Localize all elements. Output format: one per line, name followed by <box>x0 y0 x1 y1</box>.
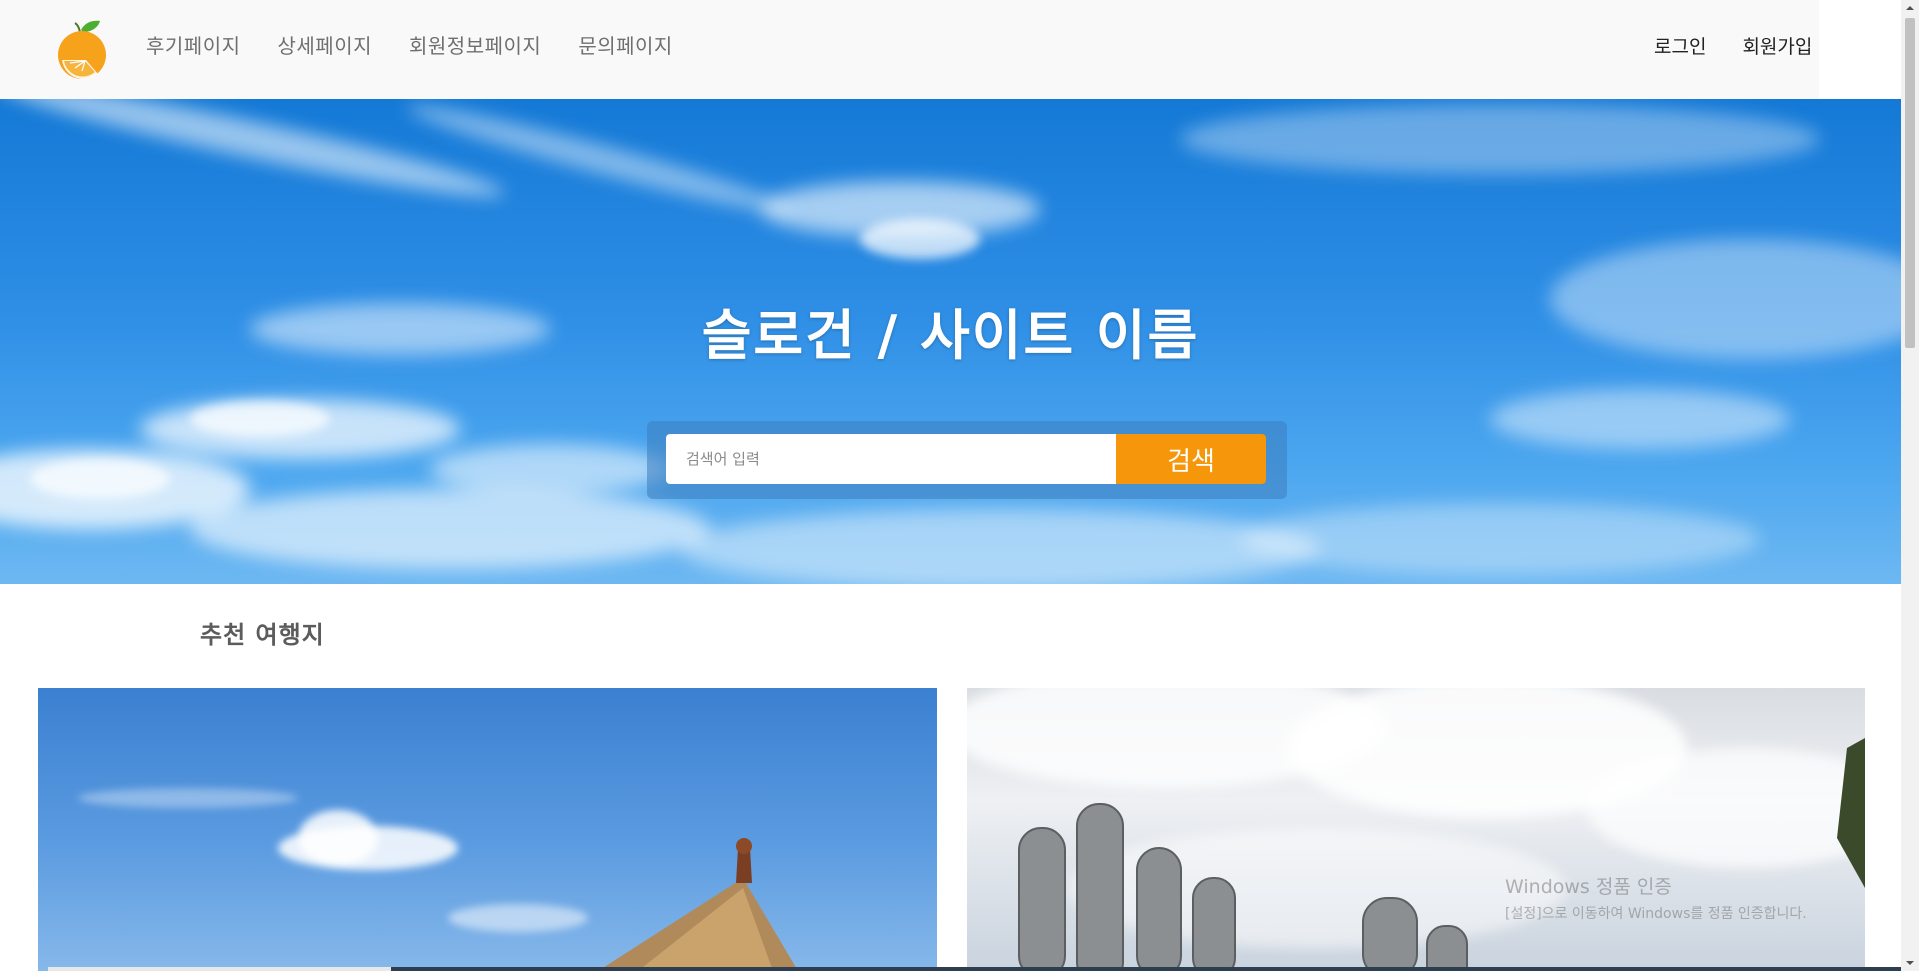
hero-banner: 슬로건 / 사이트 이름 검색 <box>0 99 1901 584</box>
main-nav: 후기페이지 상세페이지 회원정보페이지 문의페이지 <box>146 30 673 59</box>
destination-card-2[interactable] <box>967 688 1865 971</box>
hero-title: 슬로건 / 사이트 이름 <box>701 304 1200 367</box>
golden-bridge-hands-image <box>967 688 1865 971</box>
nav-member-info[interactable]: 회원정보페이지 <box>409 30 541 59</box>
site-header: 후기페이지 상세페이지 회원정보페이지 문의페이지 로그인 회원가입 <box>0 0 1819 99</box>
search-box: 검색 <box>647 421 1287 499</box>
watermark-subtitle: [설정]으로 이동하여 Windows를 정품 인증합니다. <box>1505 906 1807 922</box>
scroll-thumb[interactable] <box>1905 18 1915 348</box>
nav-detail[interactable]: 상세페이지 <box>278 30 373 59</box>
nav-reviews[interactable]: 후기페이지 <box>146 30 241 59</box>
scroll-up-arrow-icon[interactable] <box>1901 0 1919 16</box>
signup-link[interactable]: 회원가입 <box>1742 32 1812 59</box>
vertical-scrollbar[interactable] <box>1901 0 1919 971</box>
horizontal-scroll-thumb[interactable] <box>48 967 391 971</box>
recommended-title: 추천 여행지 <box>200 621 325 649</box>
auth-links: 로그인 회원가입 <box>1654 32 1812 59</box>
watermark-title: Windows 정품 인증 <box>1505 876 1672 898</box>
scroll-down-arrow-icon[interactable] <box>1901 955 1919 971</box>
search-input[interactable] <box>666 434 1116 484</box>
header-gap <box>1819 0 1901 99</box>
windows-activation-watermark: Windows 정품 인증 [설정]으로 이동하여 Windows를 정품 인증… <box>1505 872 1807 923</box>
search-button[interactable]: 검색 <box>1116 434 1266 484</box>
tropical-hut-image <box>78 788 798 971</box>
destination-card-1[interactable] <box>38 688 937 971</box>
nav-inquiry[interactable]: 문의페이지 <box>578 30 673 59</box>
orange-fruit-icon[interactable] <box>48 16 114 82</box>
login-link[interactable]: 로그인 <box>1654 32 1706 59</box>
